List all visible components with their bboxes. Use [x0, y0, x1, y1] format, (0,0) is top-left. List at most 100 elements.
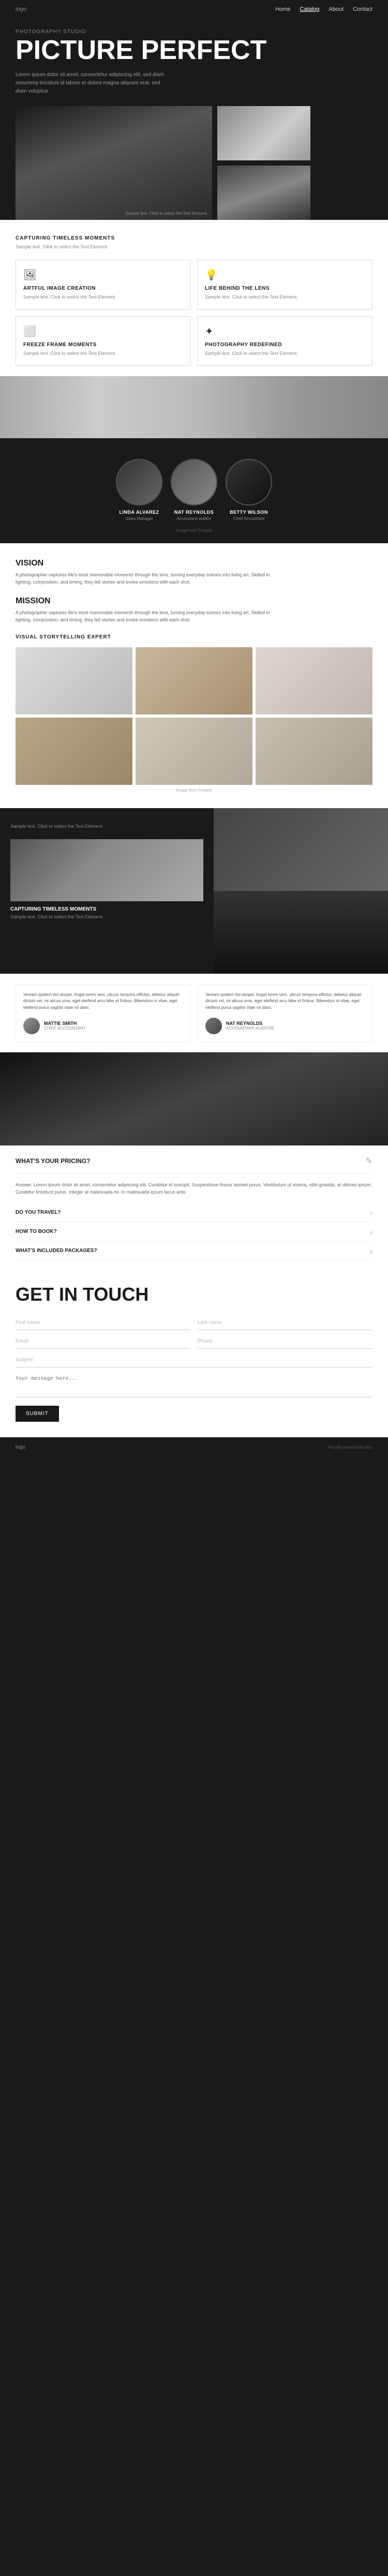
- mission-block: MISSION A photographer captures life's m…: [16, 597, 372, 624]
- faq-pricing-answer: Answer: Lorem ipsum dolor sit amet, cons…: [16, 1181, 372, 1196]
- faq-question-2: WHAT'S INCLUDED PACKAGES?: [16, 1248, 97, 1254]
- hero-main-image: Sample text. Click to select the Text El…: [16, 106, 212, 220]
- contact-form: SUBMIT: [16, 1316, 372, 1422]
- subject-field[interactable]: [16, 1353, 372, 1367]
- contact-title: GET IN TOUCH: [16, 1284, 372, 1305]
- service-desc-2: Sample text. Click to select the Text El…: [23, 350, 183, 358]
- capturing-sample: Sample text. Click to select the Text El…: [16, 244, 372, 249]
- testimonial-text-1: Veniam quidem dol simper, frugal lorem v…: [205, 992, 365, 1011]
- testimonial-text-0: Veniam quidem dol simper, frugal lorem v…: [23, 992, 183, 1011]
- hero-img-top: [217, 106, 310, 160]
- chevron-icon-2: ›: [370, 1247, 372, 1255]
- faq-question-1: HOW TO BOOK?: [16, 1229, 57, 1234]
- services-grid: 🖼 ARTFUL IMAGE CREATION Sample text. Cli…: [16, 260, 372, 366]
- service-icon-3: ✦: [205, 325, 365, 338]
- nav-logo: logo: [16, 6, 26, 12]
- split-img-top: [214, 808, 388, 891]
- team-member-0: LINDA ALVAREZ Sales Manager: [116, 459, 162, 521]
- testimonial-name-0: MATTIE SMITH: [44, 1021, 86, 1026]
- service-desc-3: Sample text. Click to select the Text El…: [205, 350, 365, 358]
- nav-links: Home Catalog About Contact: [275, 6, 372, 12]
- nav-about[interactable]: About: [329, 6, 344, 12]
- split-left: Sample text. Click to select the Text El…: [0, 808, 214, 974]
- nav-home[interactable]: Home: [275, 6, 290, 12]
- dark-photo-strip: [0, 1052, 388, 1145]
- team-role-1: Accountant-auditor: [171, 516, 217, 521]
- mission-title: MISSION: [16, 597, 372, 606]
- team-role-0: Sales Manager: [116, 516, 162, 521]
- service-title-0: ARTFUL IMAGE CREATION: [23, 286, 183, 291]
- gallery-cell-0: [16, 647, 132, 714]
- avatar-2: [226, 459, 272, 505]
- last-name-field[interactable]: [198, 1316, 372, 1330]
- hero-description: Lorem ipsum dolor sit amet, consectetur …: [16, 71, 171, 96]
- capturing-title: CAPTURING TIMELESS MOMENTS: [16, 235, 372, 241]
- team-name-1: NAT REYNOLDS: [171, 510, 217, 515]
- team-section: LINDA ALVAREZ Sales Manager NAT REYNOLDS…: [0, 438, 388, 543]
- split-capturing-title: CAPTURING TIMELESS MOMENTS: [10, 906, 203, 912]
- faq-item-1[interactable]: HOW TO BOOK? ›: [16, 1223, 372, 1242]
- team-member-2: BETTY WILSON Chief Accountant: [226, 459, 272, 521]
- vision-block: VISION A photographer captures life's mo…: [16, 559, 372, 586]
- message-field[interactable]: [16, 1372, 372, 1397]
- service-icon-1: 💡: [205, 269, 365, 281]
- gallery-grid-top: [16, 647, 372, 714]
- email-field[interactable]: [16, 1334, 190, 1349]
- testimonial-avatar-1: [205, 1018, 222, 1034]
- gallery-image-credit: Image from Freepik: [16, 788, 372, 793]
- service-card-2[interactable]: ⬜ FREEZE FRAME MOMENTS Sample text. Clic…: [16, 316, 191, 366]
- split-right: [214, 808, 388, 974]
- capturing-section: CAPTURING TIMELESS MOMENTS Sample text. …: [0, 220, 388, 376]
- faq-question-0: DO YOU TRAVEL?: [16, 1210, 61, 1215]
- team-grid: LINDA ALVAREZ Sales Manager NAT REYNOLDS…: [16, 459, 372, 521]
- nav-contact[interactable]: Contact: [353, 6, 372, 12]
- service-card-1[interactable]: 💡 LIFE BEHIND THE LENS Sample text. Clic…: [197, 260, 372, 310]
- contact-name-row: [16, 1316, 372, 1330]
- team-name-0: LINDA ALVAREZ: [116, 510, 162, 515]
- faq-pricing-row: WHAT'S YOUR PRICING? ✎: [16, 1156, 372, 1174]
- testimonial-name-1: NAT REYNOLDS: [226, 1021, 274, 1026]
- testimonials-section: Veniam quidem dol simper, frugal lorem v…: [0, 974, 388, 1052]
- team-image-credit: Image from Freepik: [16, 528, 372, 533]
- gallery-cell-3: [16, 718, 132, 785]
- service-card-3[interactable]: ✦ PHOTOGRAPHY REDEFINED Sample text. Cli…: [197, 316, 372, 366]
- vision-section: VISION A photographer captures life's mo…: [0, 543, 388, 808]
- faq-item-2[interactable]: WHAT'S INCLUDED PACKAGES? ›: [16, 1242, 372, 1261]
- vision-text: A photographer captures life's most memo…: [16, 571, 274, 586]
- hero-images: Sample text. Click to select the Text El…: [16, 106, 372, 220]
- gallery-cell-5: [256, 718, 372, 785]
- gallery-cell-2: [256, 647, 372, 714]
- gallery-grid-bottom: [16, 718, 372, 785]
- avatar-1: [171, 459, 217, 505]
- testimonial-role-1: ACCOUNTANT-AUDITOR: [226, 1026, 274, 1031]
- gallery-cell-4: [136, 718, 252, 785]
- testimonials-grid: Veniam quidem dol simper, frugal lorem v…: [16, 984, 372, 1042]
- service-title-1: LIFE BEHIND THE LENS: [205, 286, 365, 291]
- nav-catalog[interactable]: Catalog: [300, 6, 319, 12]
- phone-field[interactable]: [198, 1334, 372, 1349]
- chevron-icon-1: ›: [370, 1228, 372, 1236]
- faq-item-0[interactable]: DO YOU TRAVEL? ›: [16, 1203, 372, 1223]
- testimonial-author-1: NAT REYNOLDS ACCOUNTANT-AUDITOR: [205, 1018, 365, 1034]
- service-title-3: PHOTOGRAPHY REDEFINED: [205, 342, 365, 348]
- service-card-0[interactable]: 🖼 ARTFUL IMAGE CREATION Sample text. Cli…: [16, 260, 191, 310]
- vision-title: VISION: [16, 559, 372, 568]
- split-sample: Sample text. Click to select the Text El…: [10, 824, 203, 829]
- contact-section: GET IN TOUCH SUBMIT: [0, 1271, 388, 1437]
- service-desc-1: Sample text. Click to select the Text El…: [205, 294, 365, 301]
- edit-icon[interactable]: ✎: [366, 1156, 372, 1166]
- footer-credit: Proudly powered by Wix: [328, 1445, 372, 1450]
- navigation: logo Home Catalog About Contact: [0, 0, 388, 19]
- chevron-icon-0: ›: [370, 1209, 372, 1217]
- split-capturing-sub: Sample text. Click to select the Text El…: [10, 914, 203, 919]
- faq-pricing-title: WHAT'S YOUR PRICING?: [16, 1157, 90, 1165]
- footer: logo Proudly powered by Wix: [0, 1437, 388, 1457]
- submit-button[interactable]: SUBMIT: [16, 1406, 59, 1422]
- service-icon-0: 🖼: [23, 269, 183, 281]
- first-name-field[interactable]: [16, 1316, 190, 1330]
- testimonial-author-0: MATTIE SMITH CHIEF ACCOUNTANT: [23, 1018, 183, 1034]
- testimonial-avatar-0: [23, 1018, 40, 1034]
- split-img-bottom: [214, 891, 388, 974]
- team-role-2: Chief Accountant: [226, 516, 272, 521]
- testimonial-role-0: CHIEF ACCOUNTANT: [44, 1026, 86, 1031]
